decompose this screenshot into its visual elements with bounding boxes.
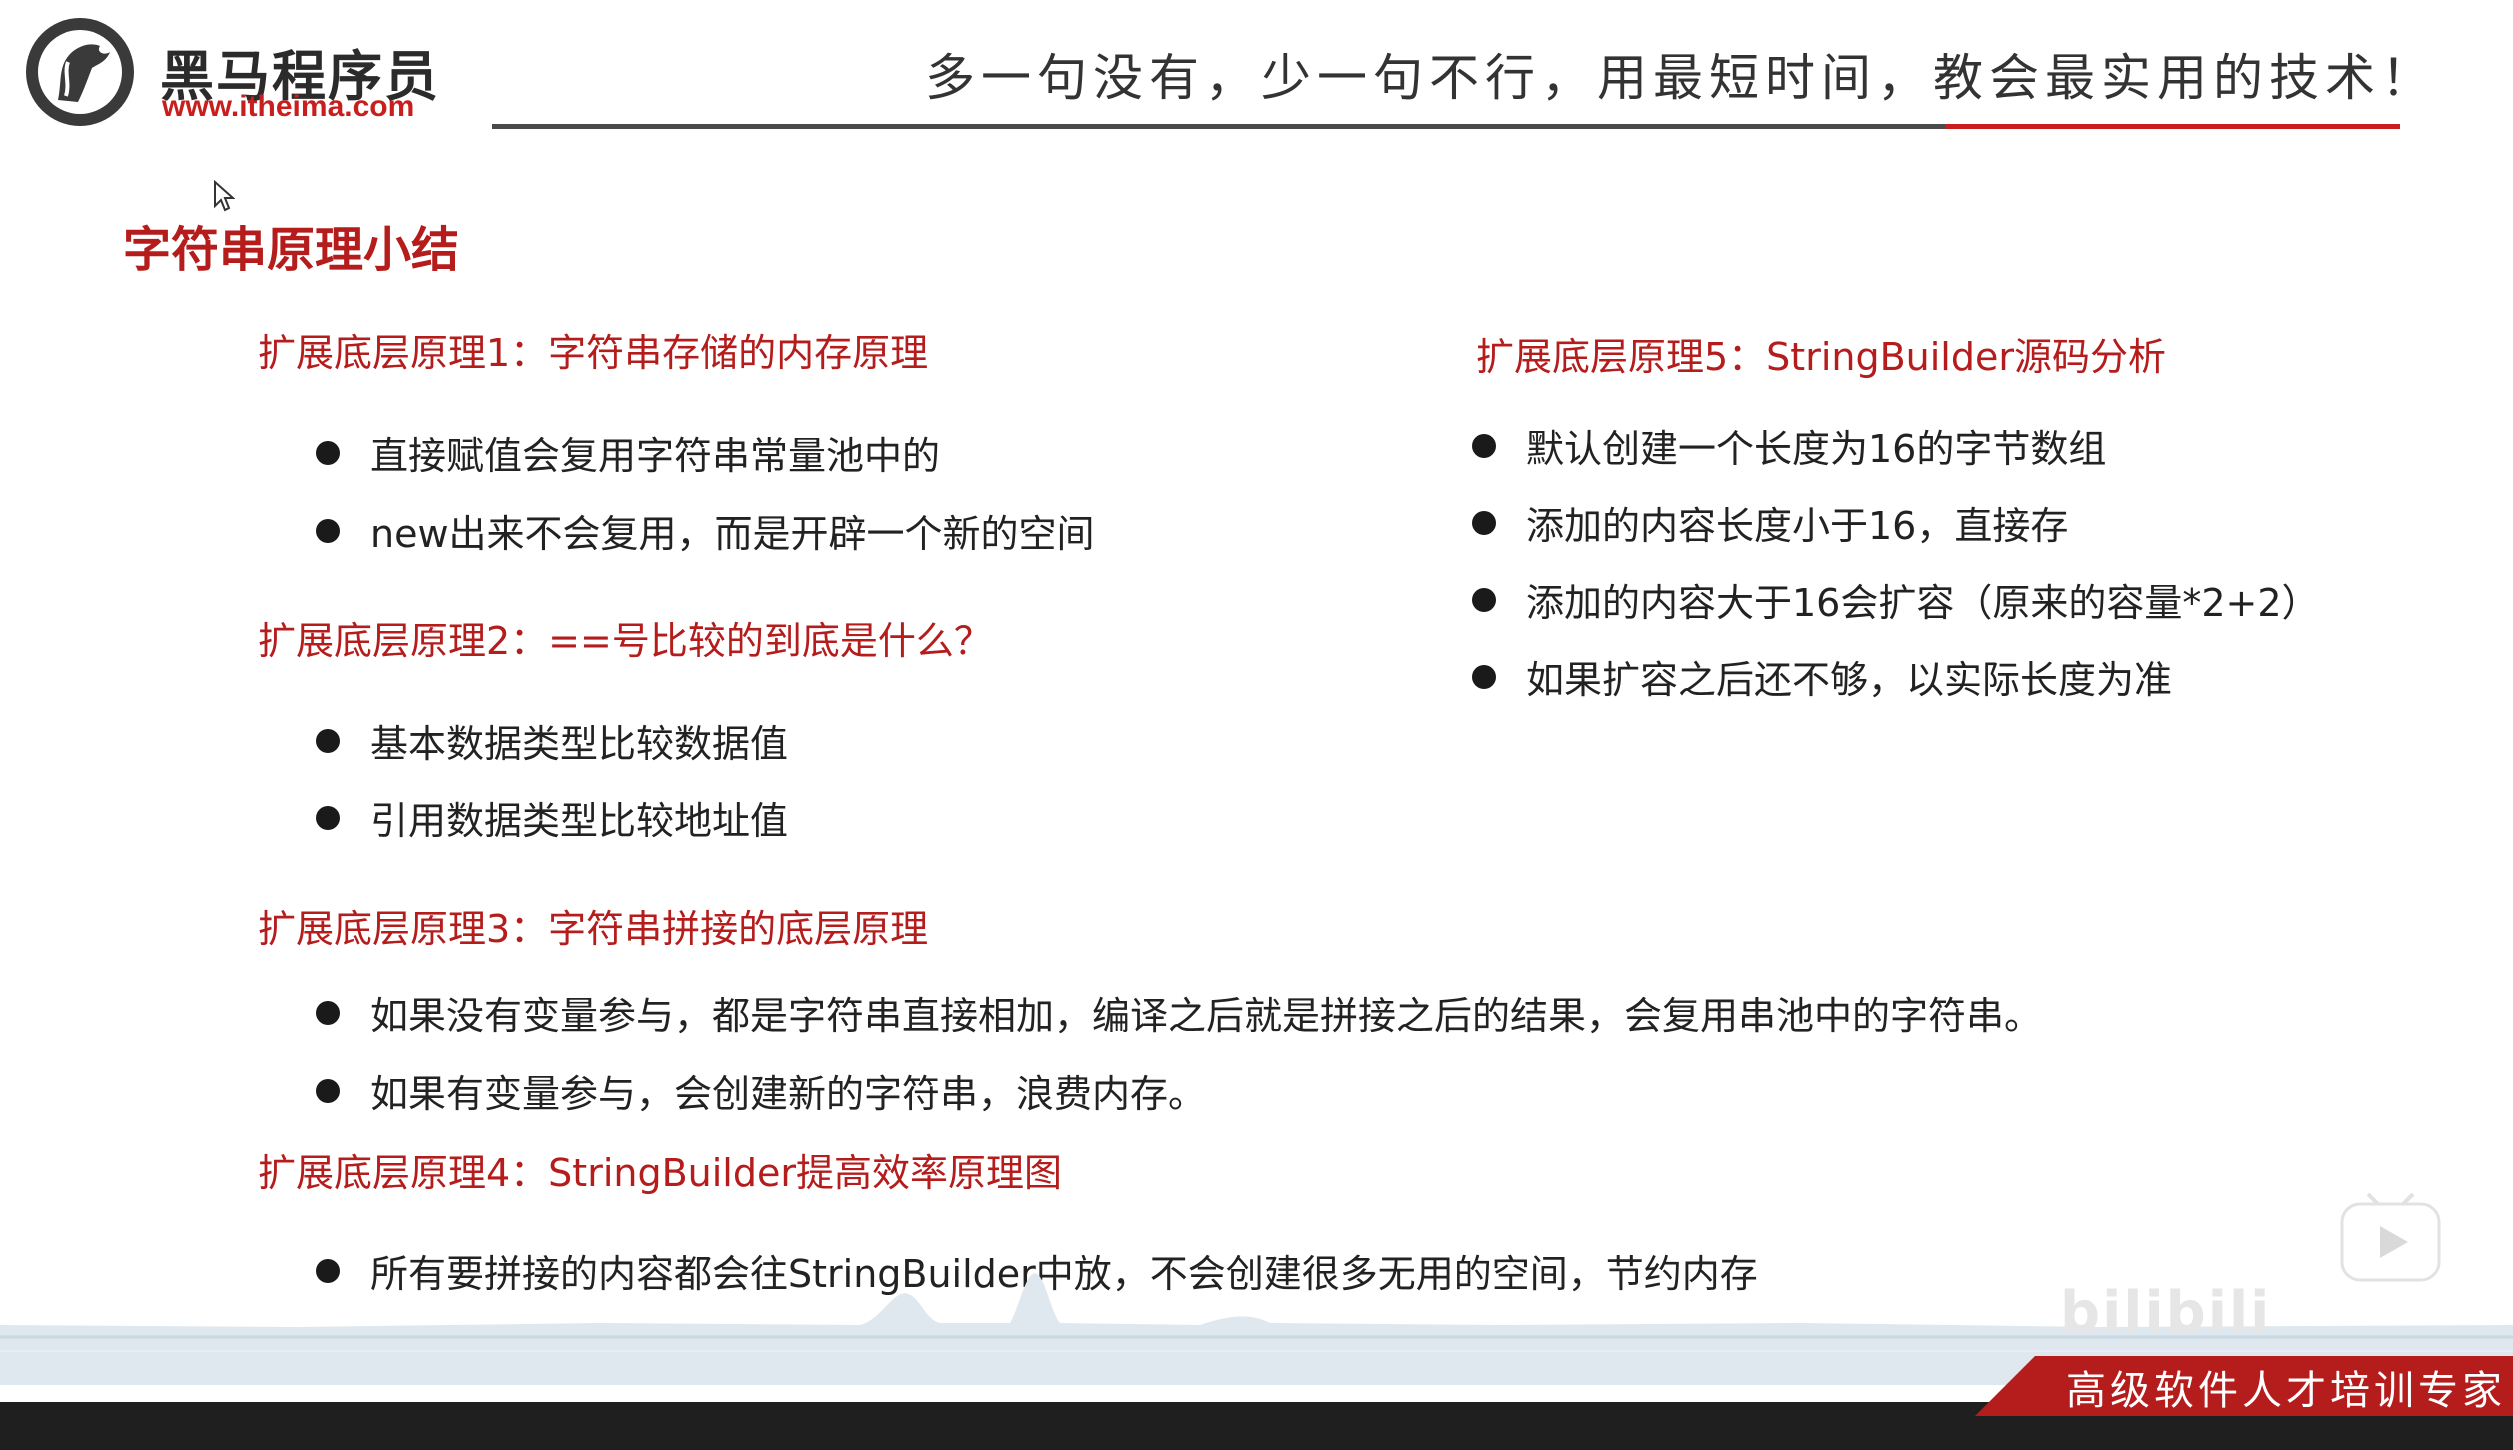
bullet-icon (316, 728, 340, 753)
bullet-icon (1472, 587, 1496, 612)
list-item: new出来不会复用，而是开辟一个新的空间 (316, 503, 1095, 558)
list-item: 如果没有变量参与，都是字符串直接相加，编译之后就是拼接之后的结果，会复用串池中的… (316, 985, 2042, 1040)
watermark-logo: bilibili (2060, 1280, 2272, 1345)
bullet-text: 添加的内容长度小于16，直接存 (1526, 504, 2069, 548)
header-divider (492, 124, 1947, 129)
footer-tagline: 高级软件人才培训专家 (2066, 1368, 2506, 1414)
bullet-icon (316, 1078, 340, 1103)
section-heading-5: 扩展底层原理5：StringBuilder源码分析 (1476, 335, 2166, 379)
bullet-text: 添加的内容大于16会扩容（原来的容量*2+2） (1526, 581, 2320, 625)
list-item: 如果有变量参与，会创建新的字符串，浪费内存。 (316, 1063, 1206, 1118)
section-heading-4: 扩展底层原理4：StringBuilder提高效率原理图 (258, 1151, 1062, 1195)
bullet-text: 如果扩容之后还不够，以实际长度为准 (1526, 658, 2173, 702)
list-item: 直接赋值会复用字符串常量池中的 (316, 425, 940, 480)
bullet-icon (1472, 664, 1496, 689)
section-heading-1: 扩展底层原理1：字符串存储的内存原理 (258, 331, 929, 375)
section-heading-2: 扩展底层原理2：==号比较的到底是什么？ (258, 619, 992, 663)
brand-url: www.itheima.com (162, 90, 415, 123)
bullet-icon (1472, 510, 1496, 535)
bullet-text: 直接赋值会复用字符串常量池中的 (370, 434, 941, 478)
horse-head-logo-icon (26, 18, 134, 126)
header-divider-accent (1945, 124, 2400, 129)
bullet-icon (316, 518, 340, 543)
list-item: 如果扩容之后还不够，以实际长度为准 (1472, 649, 2172, 704)
list-item: 基本数据类型比较数据值 (316, 713, 788, 768)
bullet-text: 默认创建一个长度为16的字节数组 (1526, 427, 2107, 471)
bullet-icon (1472, 433, 1496, 458)
mouse-cursor-icon (214, 180, 235, 212)
list-item: 引用数据类型比较地址值 (316, 790, 788, 845)
bullet-text: new出来不会复用，而是开辟一个新的空间 (370, 512, 1095, 556)
slogan: 多一句没有，少一句不行，用最短时间，教会最实用的技术！ (925, 49, 2437, 107)
list-item: 添加的内容长度小于16，直接存 (1472, 495, 2068, 550)
bullet-text: 如果有变量参与，会创建新的字符串，浪费内存。 (370, 1072, 1207, 1116)
bullet-text: 基本数据类型比较数据值 (370, 722, 789, 766)
bullet-text: 如果没有变量参与，都是字符串直接相加，编译之后就是拼接之后的结果，会复用串池中的… (370, 994, 2043, 1038)
play-button[interactable] (2338, 1190, 2443, 1285)
bullet-text: 引用数据类型比较地址值 (370, 799, 789, 843)
section-heading-3: 扩展底层原理3：字符串拼接的底层原理 (258, 907, 929, 951)
list-item: 默认创建一个长度为16的字节数组 (1472, 418, 2106, 473)
bullet-icon (316, 1000, 340, 1025)
bullet-icon (316, 440, 340, 465)
list-item: 添加的内容大于16会扩容（原来的容量*2+2） (1472, 572, 2320, 627)
page-title: 字符串原理小结 (123, 222, 460, 278)
bullet-icon (316, 805, 340, 830)
